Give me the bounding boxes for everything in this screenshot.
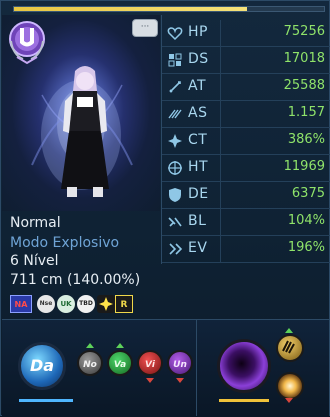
stat-divider: [220, 209, 221, 235]
stat-divider: [220, 20, 221, 46]
sword-icon: [169, 81, 181, 93]
stats-table: HP 75256 DS 17018 AT 25588 AS 1.157 CT 386% HT 1196…: [161, 15, 330, 264]
chat-button[interactable]: ···: [132, 19, 158, 37]
critical-icon: [168, 134, 182, 148]
mode-no-button[interactable]: No: [77, 350, 103, 376]
character-level: 6 Nível: [10, 253, 59, 269]
ds-grid-icon: [168, 53, 182, 67]
digimon-main-label: Da: [29, 356, 55, 375]
guild-crest-icon[interactable]: [7, 19, 47, 65]
stat-label-at: AT: [188, 78, 207, 94]
stat-divider: [220, 182, 221, 208]
bottom-divider: [196, 319, 197, 416]
stat-row-ct: CT 386%: [162, 128, 330, 155]
stat-label-ds: DS: [188, 51, 209, 67]
main-orb-bar: [19, 399, 73, 402]
heart-icon: [167, 27, 183, 41]
dark-orb-bar: [219, 399, 269, 402]
mode-va-button[interactable]: Va: [107, 350, 133, 376]
stat-value-bl: 104%: [287, 213, 325, 228]
stat-label-hp: HP: [188, 24, 208, 40]
stat-row-ht: HT 11969: [162, 155, 330, 182]
stat-row-at: AT 25588: [162, 74, 330, 101]
mode-un-button[interactable]: Un: [167, 350, 193, 376]
stat-value-ev: 196%: [287, 240, 325, 255]
stat-label-bl: BL: [188, 213, 207, 229]
badge-na[interactable]: NA: [10, 295, 32, 313]
progress-bar-fill: [14, 7, 247, 11]
claw-skill-icon[interactable]: [276, 334, 304, 362]
stat-label-ev: EV: [188, 240, 208, 256]
stat-divider: [220, 236, 221, 262]
stat-row-ds: DS 17018: [162, 47, 330, 74]
stat-label-ht: HT: [188, 159, 209, 175]
stat-value-hp: 75256: [283, 24, 325, 39]
mode-no-up-arrow-icon: [86, 343, 94, 348]
stat-label-as: AS: [188, 105, 208, 121]
badge-star-icon[interactable]: [97, 295, 115, 313]
stat-row-hp: HP 75256: [162, 20, 330, 47]
badge-uk[interactable]: UK: [57, 295, 75, 313]
stat-divider: [220, 47, 221, 73]
claw-up-arrow-icon: [285, 328, 293, 333]
stat-value-at: 25588: [283, 78, 325, 93]
stat-row-as: AS 1.157: [162, 101, 330, 128]
progress-bar: [13, 6, 325, 12]
character-panel: ··· Normal Modo Explosivo 6 Nível 711 cm…: [0, 0, 330, 417]
stat-row-bl: BL 104%: [162, 209, 330, 236]
evade-icon: [169, 243, 183, 255]
mode-va-up-arrow-icon: [116, 343, 124, 348]
crosshair-icon: [168, 161, 182, 175]
dark-orb-icon[interactable]: [217, 339, 271, 393]
burst-down-arrow-icon: [285, 398, 293, 403]
badge-nse[interactable]: Nse: [37, 295, 55, 313]
badge-tbd[interactable]: TBD: [77, 295, 95, 313]
mode-un-down-arrow-icon: [176, 378, 184, 383]
burst-skill-icon[interactable]: [276, 372, 304, 400]
stat-divider: [220, 101, 221, 127]
character-height: 711 cm (140.00%): [10, 272, 141, 288]
stat-value-ht: 11969: [283, 159, 325, 174]
stat-label-ct: CT: [188, 132, 208, 148]
character-figure: [61, 66, 109, 197]
attack-speed-icon: [168, 109, 182, 119]
digimon-main-orb[interactable]: Da: [18, 342, 66, 390]
combat-mode: Modo Explosivo: [10, 235, 120, 251]
stat-divider: [220, 155, 221, 181]
mode-vi-button[interactable]: Vi: [137, 350, 163, 376]
stat-divider: [220, 128, 221, 154]
character-mode: Normal: [10, 215, 61, 231]
stat-divider: [220, 74, 221, 100]
stat-value-de: 6375: [291, 186, 325, 201]
block-icon: [168, 217, 182, 227]
stat-value-ds: 17018: [283, 51, 325, 66]
mode-vi-down-arrow-icon: [146, 378, 154, 383]
stat-row-ev: EV 196%: [162, 236, 330, 263]
stat-value-as: 1.157: [287, 105, 325, 120]
stat-row-de: DE 6375: [162, 182, 330, 209]
stat-label-de: DE: [188, 186, 209, 202]
shield-icon: [169, 188, 181, 202]
stat-value-ct: 386%: [287, 132, 325, 147]
badge-r[interactable]: R: [115, 295, 133, 313]
